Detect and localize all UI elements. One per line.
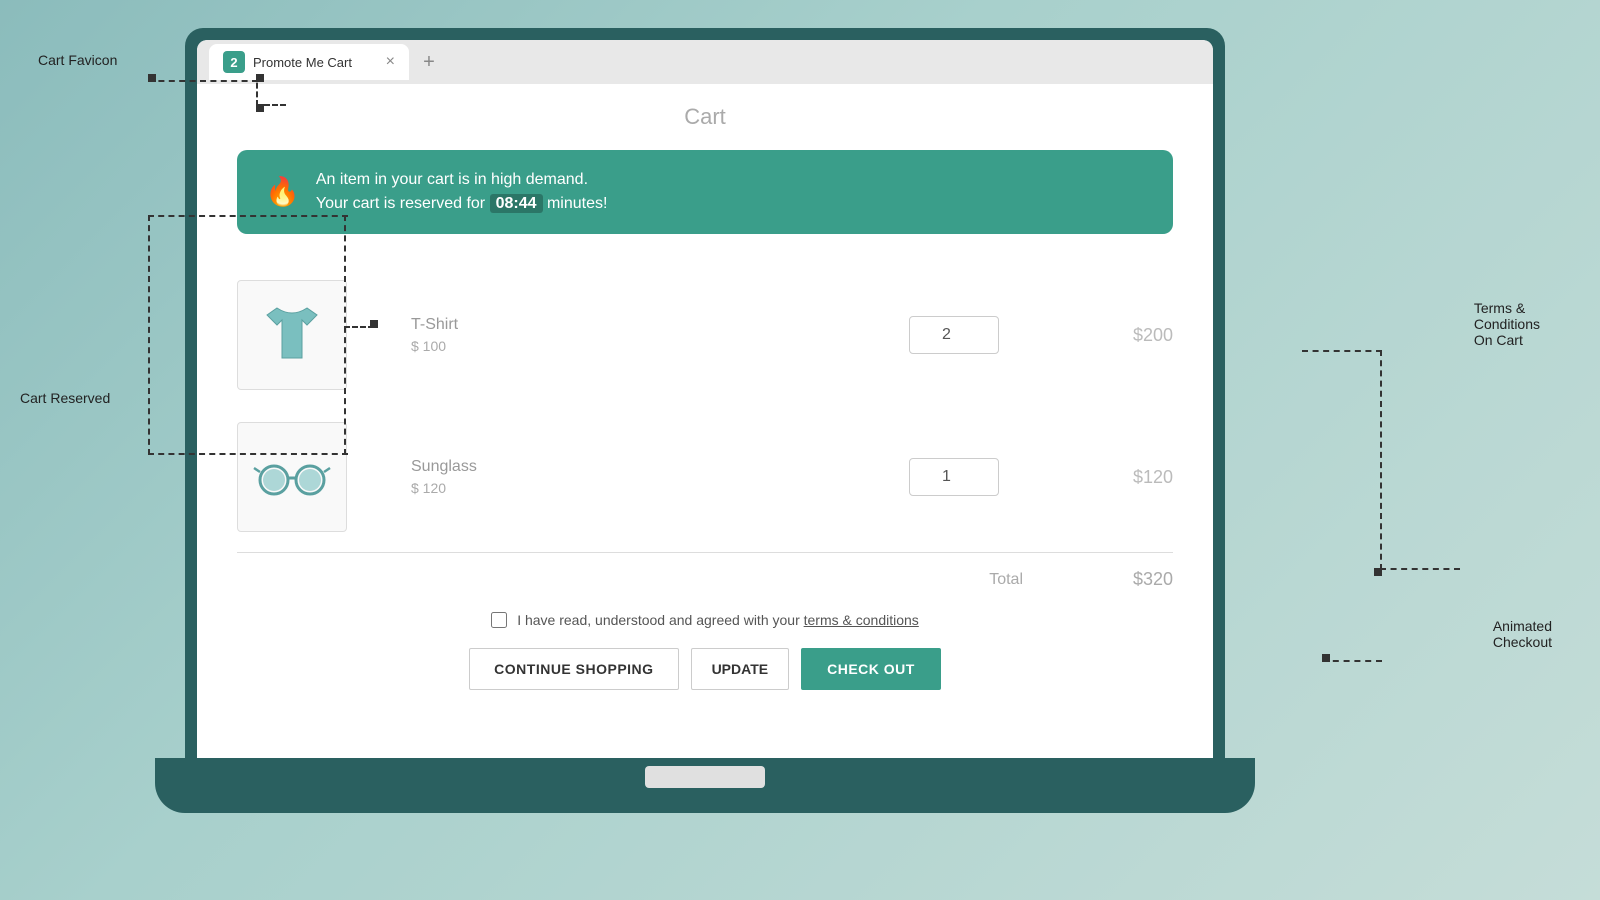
annotation-animated-checkout: Animated Checkout xyxy=(1493,618,1552,650)
sunglasses-price: $ 120 xyxy=(411,480,885,496)
laptop-screen-border: 2 Promote Me Cart × + Cart 🔥 An item in … xyxy=(185,28,1225,758)
sunglasses-details: Sunglass $ 120 xyxy=(411,458,885,496)
sunglasses-quantity[interactable] xyxy=(909,458,999,496)
continue-shopping-button[interactable]: CONTINUE SHOPPING xyxy=(469,648,678,690)
cart-timer: 08:44 xyxy=(490,194,543,213)
terms-text: I have read, understood and agreed with … xyxy=(517,612,919,628)
tshirt-total: $200 xyxy=(1103,325,1173,346)
alert-line1: An item in your cart is in high demand. xyxy=(316,168,608,192)
laptop-screen: 2 Promote Me Cart × + Cart 🔥 An item in … xyxy=(197,40,1213,758)
terms-link[interactable]: terms & conditions xyxy=(804,612,919,628)
tshirt-name: T-Shirt xyxy=(411,316,885,334)
tshirt-quantity[interactable] xyxy=(909,316,999,354)
tab-title: Promote Me Cart xyxy=(253,55,378,70)
page-title: Cart xyxy=(237,104,1173,130)
total-label: Total xyxy=(989,571,1023,589)
laptop-container: 2 Promote Me Cart × + Cart 🔥 An item in … xyxy=(185,28,1275,848)
sunglasses-total: $120 xyxy=(1103,467,1173,488)
tshirt-image xyxy=(237,280,347,390)
laptop-base xyxy=(155,758,1255,813)
alert-text: An item in your cart is in high demand. … xyxy=(316,168,608,216)
browser-tab-active[interactable]: 2 Promote Me Cart × xyxy=(209,44,409,80)
tshirt-details: T-Shirt $ 100 xyxy=(411,316,885,354)
cart-item-tshirt: T-Shirt $ 100 $200 xyxy=(237,264,1173,406)
tab-favicon: 2 xyxy=(223,51,245,73)
browser-chrome: 2 Promote Me Cart × + xyxy=(197,40,1213,84)
new-tab-button[interactable]: + xyxy=(413,46,445,78)
cart-divider xyxy=(237,552,1173,553)
laptop-trackpad xyxy=(645,766,765,788)
annotation-terms: Terms & Conditions On Cart xyxy=(1474,300,1540,348)
total-value: $320 xyxy=(1103,569,1173,590)
tshirt-price: $ 100 xyxy=(411,338,885,354)
fire-icon: 🔥 xyxy=(265,178,300,206)
total-row: Total $320 xyxy=(237,557,1173,598)
buttons-row: CONTINUE SHOPPING UPDATE CHECK OUT xyxy=(237,648,1173,690)
sunglasses-icon xyxy=(252,452,332,502)
sunglasses-image xyxy=(237,422,347,532)
tab-close-icon[interactable]: × xyxy=(386,54,395,70)
tshirt-icon xyxy=(257,300,327,370)
update-button[interactable]: UPDATE xyxy=(691,648,790,690)
cart-item-sunglasses: Sunglass $ 120 $120 xyxy=(237,406,1173,548)
annotation-cart-reserved: Cart Reserved xyxy=(20,390,110,406)
annotation-cart-favicon: Cart Favicon xyxy=(38,52,117,68)
alert-line2: Your cart is reserved for 08:44 minutes! xyxy=(316,192,608,216)
sunglasses-name: Sunglass xyxy=(411,458,885,476)
alert-line2-prefix: Your cart is reserved for xyxy=(316,195,490,212)
checkout-button[interactable]: CHECK OUT xyxy=(801,648,941,690)
alert-banner: 🔥 An item in your cart is in high demand… xyxy=(237,150,1173,234)
page-content: Cart 🔥 An item in your cart is in high d… xyxy=(197,84,1213,758)
alert-line2-suffix: minutes! xyxy=(543,195,608,212)
terms-row: I have read, understood and agreed with … xyxy=(237,612,1173,628)
terms-checkbox[interactable] xyxy=(491,612,507,628)
